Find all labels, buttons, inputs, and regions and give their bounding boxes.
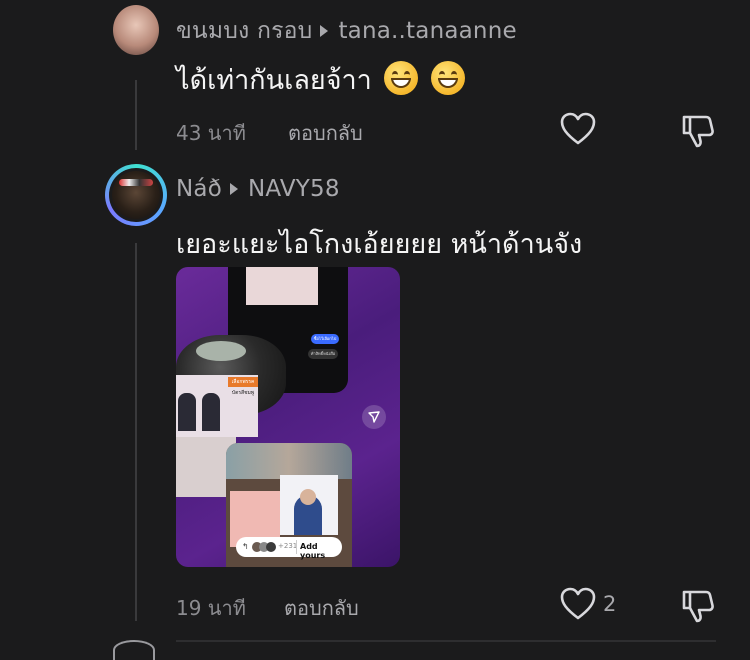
poster-person — [202, 393, 220, 431]
thread-line-2 — [135, 243, 137, 621]
thread-line-1 — [135, 80, 137, 150]
media-attachment[interactable]: ซื้อไว้เลือกไป ทำสิทธิ์หนังสือ เลือกพรรค… — [176, 267, 400, 567]
reply-arrow-icon — [229, 182, 238, 195]
id-card-image — [280, 475, 338, 535]
comment-time: 19 นาที — [176, 596, 246, 620]
reply-arrow-icon: ↰ — [242, 542, 249, 551]
poster-person — [178, 393, 196, 431]
phone-screen-photo — [246, 267, 318, 305]
election-poster-image: เลือกพรรค บัตรสีชมพู — [176, 375, 258, 437]
comment-text: ได้เท่ากันเลยจ้าา — [176, 58, 466, 101]
poster-banner: เลือกพรรค — [228, 377, 258, 387]
grinning-emoji-icon — [384, 61, 419, 95]
avatar-headband — [119, 179, 153, 186]
grinning-emoji-icon — [431, 61, 466, 95]
comment-body: เยอะแยะไอโกงเอ้ยยยย หน้าด้านจัง — [176, 229, 583, 260]
author-name[interactable]: ขนมบง กรอบ — [176, 18, 312, 44]
avatar[interactable] — [105, 164, 167, 226]
poster-subtitle: บัตรสีชมพู — [231, 390, 255, 396]
heart-icon[interactable] — [560, 112, 596, 150]
like-count: 2 — [603, 592, 617, 616]
reply-button[interactable]: ตอบกลับ — [284, 592, 359, 624]
participant-avatars — [252, 542, 276, 552]
comment-author[interactable]: Náð NAVY58 — [176, 176, 340, 202]
comment-author[interactable]: ขนมบง กรอบ tana..tanaanne — [176, 13, 517, 49]
add-yours-count: +231 — [278, 542, 298, 550]
add-yours-label: Add yours — [300, 542, 326, 560]
next-comment-avatar[interactable] — [113, 640, 155, 660]
dislike-icon[interactable] — [680, 113, 716, 153]
id-card-face — [300, 489, 316, 505]
chat-tag: ซื้อไว้เลือกไป — [311, 334, 339, 344]
avatar[interactable] — [113, 5, 159, 55]
cup-rim — [196, 341, 246, 361]
comment-body: ได้เท่ากันเลยจ้าา — [176, 65, 372, 96]
send-icon[interactable] — [362, 405, 386, 429]
author-name[interactable]: Náð — [176, 176, 222, 202]
dislike-icon[interactable] — [680, 588, 716, 628]
heart-icon[interactable] — [560, 587, 596, 625]
pill-divider — [296, 540, 297, 554]
chat-tag: ทำสิทธิ์หนังสือ — [308, 349, 338, 359]
comment-time: 43 นาที — [176, 121, 246, 145]
add-yours-button[interactable]: ↰ +231 Add yours — [236, 537, 342, 560]
next-comment-line — [176, 640, 716, 642]
reply-to-name[interactable]: tana..tanaanne — [338, 18, 516, 44]
reply-arrow-icon — [320, 24, 329, 37]
reply-to-name[interactable]: NAVY58 — [248, 176, 340, 202]
reply-button[interactable]: ตอบกลับ — [288, 117, 363, 149]
photo-card-top — [226, 443, 352, 479]
